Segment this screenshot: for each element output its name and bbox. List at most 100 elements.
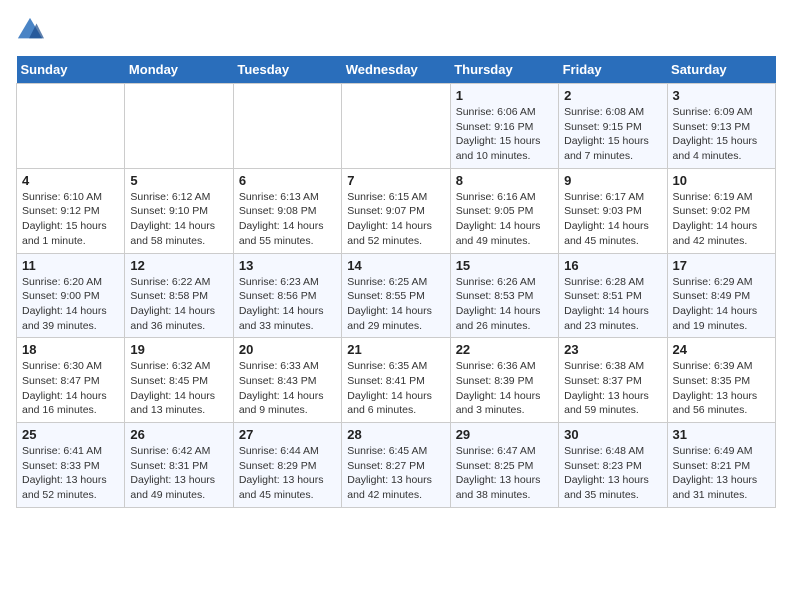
calendar-cell bbox=[17, 84, 125, 169]
calendar-cell: 28 Sunrise: 6:45 AMSunset: 8:27 PMDayligh… bbox=[342, 423, 450, 508]
day-info: Sunrise: 6:13 AMSunset: 9:08 PMDaylight:… bbox=[239, 190, 336, 249]
day-info: Sunrise: 6:48 AMSunset: 8:23 PMDaylight:… bbox=[564, 444, 661, 503]
day-number: 1 bbox=[456, 88, 553, 103]
column-header-sunday: Sunday bbox=[17, 56, 125, 84]
day-info: Sunrise: 6:35 AMSunset: 8:41 PMDaylight:… bbox=[347, 359, 444, 418]
calendar-cell: 11 Sunrise: 6:20 AMSunset: 9:00 PMDayligh… bbox=[17, 253, 125, 338]
day-info: Sunrise: 6:06 AMSunset: 9:16 PMDaylight:… bbox=[456, 105, 553, 164]
calendar-cell: 26 Sunrise: 6:42 AMSunset: 8:31 PMDayligh… bbox=[125, 423, 233, 508]
day-info: Sunrise: 6:12 AMSunset: 9:10 PMDaylight:… bbox=[130, 190, 227, 249]
calendar-week-row: 1 Sunrise: 6:06 AMSunset: 9:16 PMDaylight… bbox=[17, 84, 776, 169]
day-number: 26 bbox=[130, 427, 227, 442]
day-info: Sunrise: 6:08 AMSunset: 9:15 PMDaylight:… bbox=[564, 105, 661, 164]
day-number: 15 bbox=[456, 258, 553, 273]
day-info: Sunrise: 6:41 AMSunset: 8:33 PMDaylight:… bbox=[22, 444, 119, 503]
calendar-table: SundayMondayTuesdayWednesdayThursdayFrid… bbox=[16, 56, 776, 508]
day-info: Sunrise: 6:28 AMSunset: 8:51 PMDaylight:… bbox=[564, 275, 661, 334]
day-number: 11 bbox=[22, 258, 119, 273]
day-number: 8 bbox=[456, 173, 553, 188]
calendar-cell: 1 Sunrise: 6:06 AMSunset: 9:16 PMDaylight… bbox=[450, 84, 558, 169]
calendar-cell: 19 Sunrise: 6:32 AMSunset: 8:45 PMDayligh… bbox=[125, 338, 233, 423]
calendar-cell: 21Sunrise: 6:35 AMSunset: 8:41 PMDayligh… bbox=[342, 338, 450, 423]
day-info: Sunrise: 6:09 AMSunset: 9:13 PMDaylight:… bbox=[673, 105, 770, 164]
calendar-cell: 8 Sunrise: 6:16 AMSunset: 9:05 PMDaylight… bbox=[450, 168, 558, 253]
day-number: 30 bbox=[564, 427, 661, 442]
logo-icon bbox=[16, 16, 44, 44]
calendar-cell: 16 Sunrise: 6:28 AMSunset: 8:51 PMDayligh… bbox=[559, 253, 667, 338]
day-number: 3 bbox=[673, 88, 770, 103]
day-info: Sunrise: 6:23 AMSunset: 8:56 PMDaylight:… bbox=[239, 275, 336, 334]
calendar-cell: 4 Sunrise: 6:10 AMSunset: 9:12 PMDaylight… bbox=[17, 168, 125, 253]
day-info: Sunrise: 6:25 AMSunset: 8:55 PMDaylight:… bbox=[347, 275, 444, 334]
calendar-cell: 22Sunrise: 6:36 AMSunset: 8:39 PMDayligh… bbox=[450, 338, 558, 423]
calendar-cell bbox=[125, 84, 233, 169]
calendar-week-row: 25 Sunrise: 6:41 AMSunset: 8:33 PMDayligh… bbox=[17, 423, 776, 508]
calendar-week-row: 4 Sunrise: 6:10 AMSunset: 9:12 PMDaylight… bbox=[17, 168, 776, 253]
calendar-cell: 30 Sunrise: 6:48 AMSunset: 8:23 PMDayligh… bbox=[559, 423, 667, 508]
column-header-wednesday: Wednesday bbox=[342, 56, 450, 84]
day-info: Sunrise: 6:44 AMSunset: 8:29 PMDaylight:… bbox=[239, 444, 336, 503]
calendar-header-row: SundayMondayTuesdayWednesdayThursdayFrid… bbox=[17, 56, 776, 84]
day-info: Sunrise: 6:38 AMSunset: 8:37 PMDaylight:… bbox=[564, 359, 661, 418]
column-header-tuesday: Tuesday bbox=[233, 56, 341, 84]
day-info: Sunrise: 6:19 AMSunset: 9:02 PMDaylight:… bbox=[673, 190, 770, 249]
day-info: Sunrise: 6:47 AMSunset: 8:25 PMDaylight:… bbox=[456, 444, 553, 503]
day-info: Sunrise: 6:20 AMSunset: 9:00 PMDaylight:… bbox=[22, 275, 119, 334]
day-info: Sunrise: 6:30 AMSunset: 8:47 PMDaylight:… bbox=[22, 359, 119, 418]
day-info: Sunrise: 6:45 AMSunset: 8:27 PMDaylight:… bbox=[347, 444, 444, 503]
day-info: Sunrise: 6:33 AMSunset: 8:43 PMDaylight:… bbox=[239, 359, 336, 418]
calendar-cell bbox=[233, 84, 341, 169]
calendar-cell: 27Sunrise: 6:44 AMSunset: 8:29 PMDayligh… bbox=[233, 423, 341, 508]
calendar-cell: 5Sunrise: 6:12 AMSunset: 9:10 PMDaylight… bbox=[125, 168, 233, 253]
calendar-cell: 17Sunrise: 6:29 AMSunset: 8:49 PMDayligh… bbox=[667, 253, 775, 338]
day-number: 4 bbox=[22, 173, 119, 188]
day-number: 13 bbox=[239, 258, 336, 273]
day-info: Sunrise: 6:15 AMSunset: 9:07 PMDaylight:… bbox=[347, 190, 444, 249]
calendar-cell: 24 Sunrise: 6:39 AMSunset: 8:35 PMDayligh… bbox=[667, 338, 775, 423]
logo bbox=[16, 16, 48, 44]
calendar-cell: 23 Sunrise: 6:38 AMSunset: 8:37 PMDayligh… bbox=[559, 338, 667, 423]
day-number: 2 bbox=[564, 88, 661, 103]
day-info: Sunrise: 6:17 AMSunset: 9:03 PMDaylight:… bbox=[564, 190, 661, 249]
day-number: 7 bbox=[347, 173, 444, 188]
column-header-friday: Friday bbox=[559, 56, 667, 84]
day-number: 16 bbox=[564, 258, 661, 273]
calendar-cell: 13 Sunrise: 6:23 AMSunset: 8:56 PMDayligh… bbox=[233, 253, 341, 338]
calendar-week-row: 11 Sunrise: 6:20 AMSunset: 9:00 PMDayligh… bbox=[17, 253, 776, 338]
day-number: 18 bbox=[22, 342, 119, 357]
day-number: 28 bbox=[347, 427, 444, 442]
day-info: Sunrise: 6:42 AMSunset: 8:31 PMDaylight:… bbox=[130, 444, 227, 503]
calendar-cell: 31 Sunrise: 6:49 AMSunset: 8:21 PMDayligh… bbox=[667, 423, 775, 508]
day-info: Sunrise: 6:10 AMSunset: 9:12 PMDaylight:… bbox=[22, 190, 119, 249]
day-info: Sunrise: 6:32 AMSunset: 8:45 PMDaylight:… bbox=[130, 359, 227, 418]
day-number: 12 bbox=[130, 258, 227, 273]
column-header-monday: Monday bbox=[125, 56, 233, 84]
day-number: 14 bbox=[347, 258, 444, 273]
day-number: 22 bbox=[456, 342, 553, 357]
calendar-cell: 18 Sunrise: 6:30 AMSunset: 8:47 PMDayligh… bbox=[17, 338, 125, 423]
day-number: 19 bbox=[130, 342, 227, 357]
column-header-thursday: Thursday bbox=[450, 56, 558, 84]
day-info: Sunrise: 6:16 AMSunset: 9:05 PMDaylight:… bbox=[456, 190, 553, 249]
day-number: 20 bbox=[239, 342, 336, 357]
day-number: 31 bbox=[673, 427, 770, 442]
calendar-cell: 12 Sunrise: 6:22 AMSunset: 8:58 PMDayligh… bbox=[125, 253, 233, 338]
page-header bbox=[16, 16, 776, 44]
day-number: 17 bbox=[673, 258, 770, 273]
day-info: Sunrise: 6:39 AMSunset: 8:35 PMDaylight:… bbox=[673, 359, 770, 418]
day-number: 29 bbox=[456, 427, 553, 442]
calendar-cell: 9 Sunrise: 6:17 AMSunset: 9:03 PMDaylight… bbox=[559, 168, 667, 253]
day-number: 23 bbox=[564, 342, 661, 357]
calendar-cell: 29 Sunrise: 6:47 AMSunset: 8:25 PMDayligh… bbox=[450, 423, 558, 508]
calendar-cell: 10 Sunrise: 6:19 AMSunset: 9:02 PMDayligh… bbox=[667, 168, 775, 253]
calendar-cell: 2 Sunrise: 6:08 AMSunset: 9:15 PMDaylight… bbox=[559, 84, 667, 169]
day-number: 10 bbox=[673, 173, 770, 188]
day-number: 25 bbox=[22, 427, 119, 442]
day-number: 9 bbox=[564, 173, 661, 188]
day-info: Sunrise: 6:49 AMSunset: 8:21 PMDaylight:… bbox=[673, 444, 770, 503]
column-header-saturday: Saturday bbox=[667, 56, 775, 84]
day-number: 24 bbox=[673, 342, 770, 357]
calendar-cell: 25 Sunrise: 6:41 AMSunset: 8:33 PMDayligh… bbox=[17, 423, 125, 508]
calendar-cell: 6Sunrise: 6:13 AMSunset: 9:08 PMDaylight… bbox=[233, 168, 341, 253]
day-info: Sunrise: 6:22 AMSunset: 8:58 PMDaylight:… bbox=[130, 275, 227, 334]
